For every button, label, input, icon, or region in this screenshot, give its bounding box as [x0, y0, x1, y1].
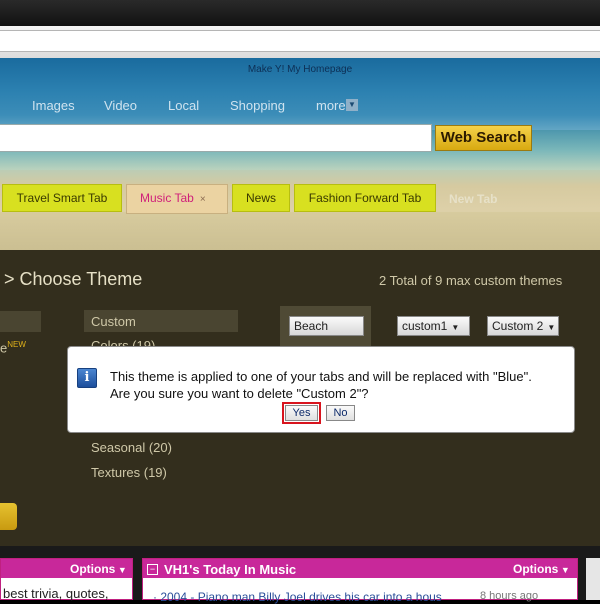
web-search-button[interactable]: Web Search — [435, 125, 532, 151]
chevron-down-icon: ▼ — [547, 323, 556, 332]
nav-shopping[interactable]: Shopping — [230, 98, 285, 113]
apply-button[interactable] — [0, 503, 17, 530]
nav-images[interactable]: Images — [32, 98, 75, 113]
new-tab-button[interactable]: New Tab — [449, 192, 497, 206]
panel-title: > Choose Theme — [4, 269, 143, 289]
address-bar[interactable] — [0, 30, 600, 52]
chevron-down-icon: ▼ — [451, 323, 460, 332]
nav-more[interactable]: more — [316, 98, 346, 113]
close-icon[interactable]: × — [200, 194, 206, 205]
category-textures[interactable]: Textures (19) — [91, 465, 167, 480]
nav-local[interactable]: Local — [168, 98, 199, 113]
tab-music-label: Music Tab — [140, 191, 194, 205]
new-badge: NEW — [7, 340, 26, 349]
category-seasonal[interactable]: Seasonal (20) — [91, 440, 172, 455]
tab-music[interactable]: Music Tab × — [126, 184, 228, 214]
search-input[interactable] — [0, 124, 432, 152]
dialog-message-line1: This theme is applied to one of your tab… — [110, 369, 532, 384]
os-title-bar — [0, 0, 600, 26]
scrollbar[interactable] — [586, 558, 600, 600]
dialog-message-line2: Are you sure you want to delete "Custom … — [110, 386, 369, 401]
tab-bar-background — [0, 212, 600, 250]
theme-beach-select[interactable]: Beach — [289, 316, 364, 336]
left-list-selected[interactable] — [0, 311, 41, 332]
theme-custom1-select[interactable]: custom1 ▼ — [397, 316, 470, 336]
category-custom[interactable]: Custom — [91, 314, 136, 329]
widget-vh1-timestamp: 8 hours ago — [480, 590, 539, 602]
tab-fashion-forward[interactable]: Fashion Forward Tab — [294, 184, 436, 212]
collapse-icon[interactable]: − — [147, 564, 158, 575]
widget-vh1-title: VH1's Today In Music — [164, 562, 297, 577]
theme-count: 2 Total of 9 max custom themes — [379, 273, 563, 288]
nav-video[interactable]: Video — [104, 98, 137, 113]
make-homepage-link[interactable]: Make Y! My Homepage — [0, 64, 600, 75]
no-button[interactable]: No — [326, 405, 355, 421]
theme-custom2-select[interactable]: Custom 2 ▼ — [487, 316, 559, 336]
widget-trivia-text[interactable]: best trivia, quotes, — [3, 586, 109, 601]
yes-button[interactable]: Yes — [282, 402, 321, 424]
widget-vh1-options[interactable]: Options ▼ — [513, 562, 570, 576]
widget-trivia-options[interactable]: Options ▼ — [70, 562, 127, 576]
tab-news[interactable]: News — [232, 184, 290, 212]
left-list-item[interactable]: eNEW — [0, 340, 26, 355]
chevron-down-icon[interactable]: ▼ — [346, 99, 358, 111]
info-icon: i — [77, 368, 97, 388]
tab-travel-smart[interactable]: Travel Smart Tab — [2, 184, 122, 212]
widget-vh1-item[interactable]: · 2004 - Piano man Billy Joel drives his… — [153, 590, 442, 604]
